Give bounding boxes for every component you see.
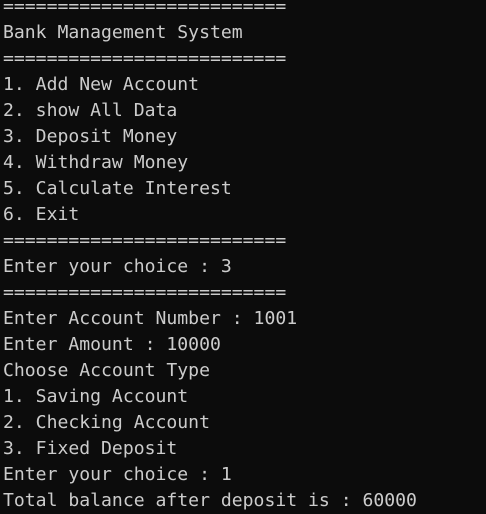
amount-prompt: Enter Amount : 10000 xyxy=(3,334,221,355)
menu-item-withdraw: 4. Withdraw Money xyxy=(3,152,189,173)
menu-item-exit: 6. Exit xyxy=(3,204,80,225)
separator-line: ========================== xyxy=(3,0,287,17)
terminal-output[interactable]: ========================== Bank Manageme… xyxy=(0,0,486,511)
menu-item-show-data: 2. show All Data xyxy=(3,100,178,121)
account-type-heading: Choose Account Type xyxy=(3,360,210,381)
separator-line: ========================== xyxy=(3,48,287,69)
deposit-result: Total balance after deposit is : 60000 xyxy=(3,490,417,511)
account-type-checking: 2. Checking Account xyxy=(3,412,210,433)
account-type-fixed: 3. Fixed Deposit xyxy=(3,438,178,459)
choice-prompt: Enter your choice : 3 xyxy=(3,256,232,277)
separator-line: ========================== xyxy=(3,230,287,251)
app-title: Bank Management System xyxy=(3,22,243,43)
menu-item-deposit: 3. Deposit Money xyxy=(3,126,178,147)
menu-item-interest: 5. Calculate Interest xyxy=(3,178,232,199)
separator-line: ========================== xyxy=(3,282,287,303)
account-type-choice-prompt: Enter your choice : 1 xyxy=(3,464,232,485)
account-number-prompt: Enter Account Number : 1001 xyxy=(3,308,298,329)
menu-item-add-account: 1. Add New Account xyxy=(3,74,200,95)
account-type-saving: 1. Saving Account xyxy=(3,386,189,407)
